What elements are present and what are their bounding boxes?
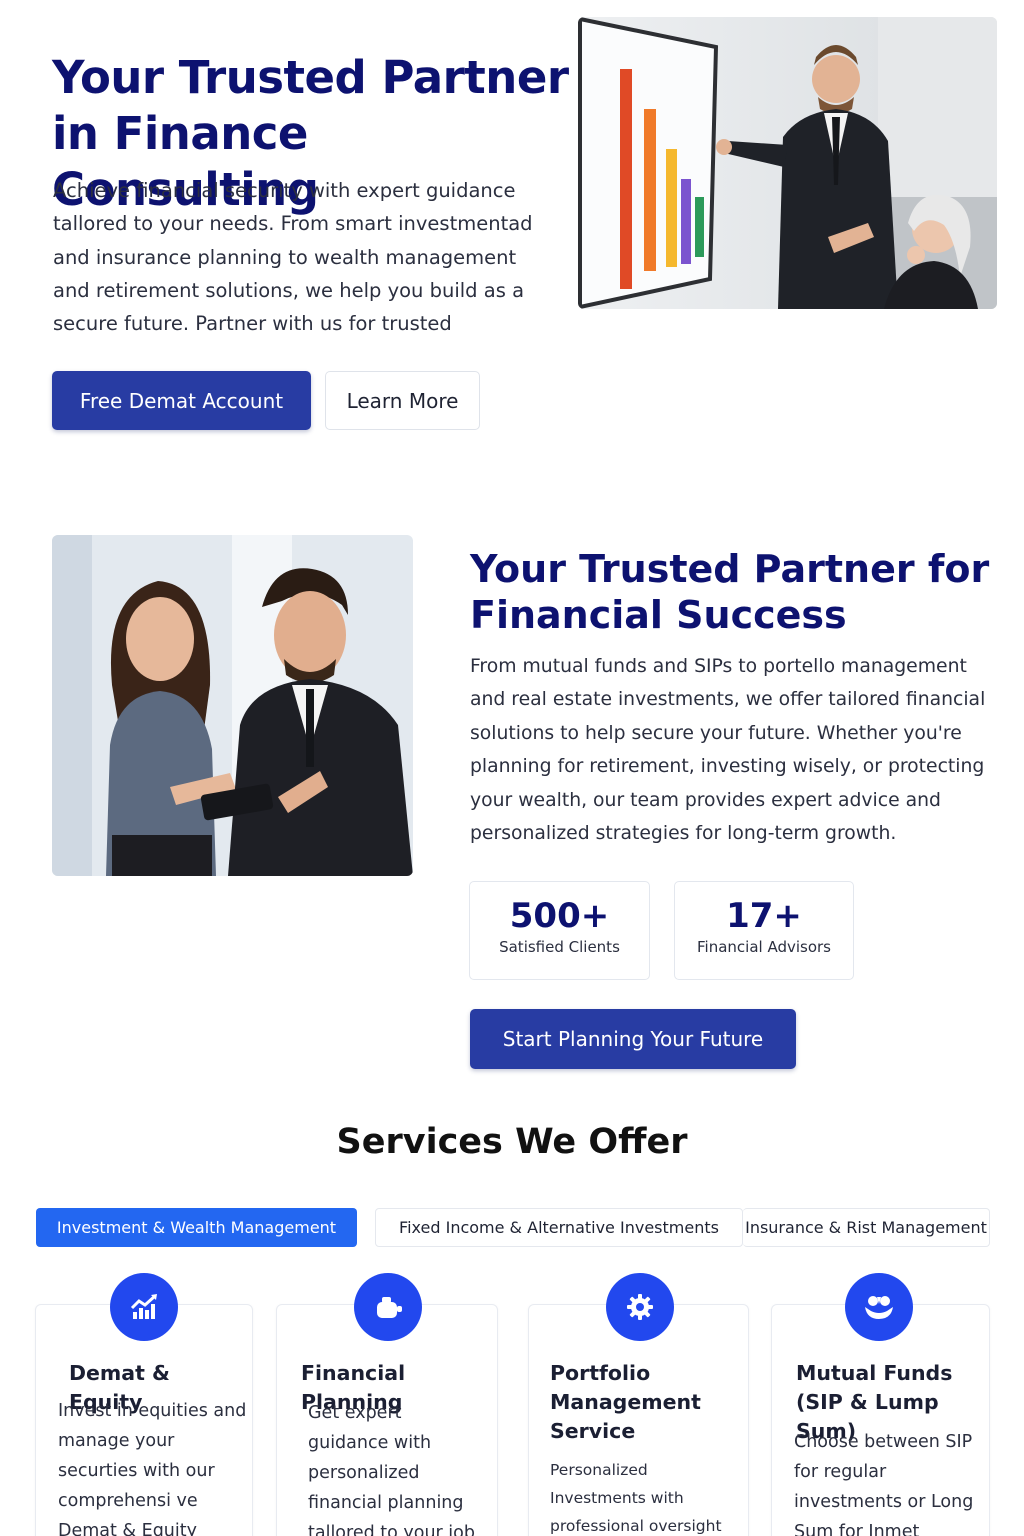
stat-label: Financial Advisors — [697, 938, 831, 956]
start-planning-button[interactable]: Start Planning Your Future — [470, 1009, 796, 1069]
stat-label: Satisfied Clients — [499, 938, 620, 956]
growth-chart-icon — [110, 1273, 178, 1341]
about-title: Your Trusted Partner for Financial Succe… — [470, 547, 990, 637]
services-title: Services We Offer — [336, 1122, 688, 1162]
card-text: Get expert guidance with personalized fi… — [308, 1403, 475, 1536]
learn-more-button[interactable]: Learn More — [325, 371, 480, 430]
stat-financial-advisors: 17+ Financial Advisors — [674, 881, 854, 980]
card-text: Choose between SIP for regular investmen… — [794, 1432, 974, 1536]
stat-value: 17+ — [726, 896, 802, 936]
gear-icon — [606, 1273, 674, 1341]
consultation-photo — [52, 535, 413, 876]
stat-satisfied-clients: 500+ Satisfied Clients — [469, 881, 650, 980]
hero-photo — [578, 17, 997, 309]
tab-fixed-income[interactable]: Fixed Income & Alternative Investments — [375, 1208, 743, 1247]
card-text: Personalized Investments with profession… — [550, 1461, 722, 1535]
piggy-bank-icon — [354, 1273, 422, 1341]
tab-investment-wealth[interactable]: Investment & Wealth Management — [36, 1208, 357, 1247]
stat-value: 500+ — [509, 896, 610, 936]
about-description: From mutual funds and SIPs to portello m… — [470, 656, 986, 845]
card-text: Invest in equities and manage your secur… — [58, 1401, 247, 1536]
tab-insurance-risk[interactable]: Insurance & Rist Management — [743, 1208, 990, 1247]
card-title: Portfolio Management Service — [550, 1361, 701, 1443]
hero-description: Achieve financial security with expert g… — [53, 179, 533, 336]
free-demat-account-button[interactable]: Free Demat Account — [52, 371, 311, 430]
coins-hand-icon — [845, 1273, 913, 1341]
